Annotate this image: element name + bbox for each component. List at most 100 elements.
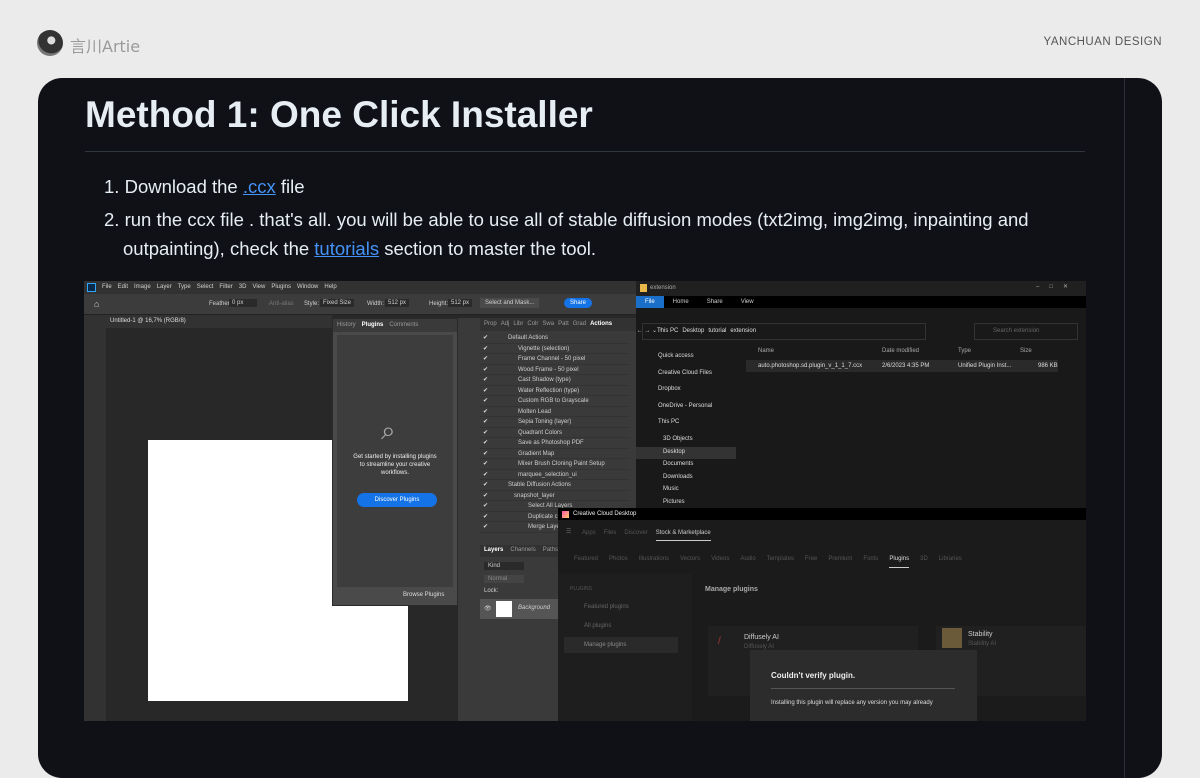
sidebar-featured-plugins[interactable]: Featured plugins <box>584 604 629 610</box>
checkmark-icon[interactable]: ✔ <box>483 366 488 373</box>
checkmark-icon[interactable]: ✔ <box>483 460 488 467</box>
cc-nav-1[interactable]: Files <box>604 530 617 541</box>
tab-prop[interactable]: Prop <box>484 321 497 328</box>
cc-subtab-3[interactable]: Vectors <box>680 556 700 568</box>
column-date[interactable]: Date modified <box>882 348 919 354</box>
cc-subtab-10[interactable]: Plugins <box>889 556 910 568</box>
cc-nav-2[interactable]: Discover <box>624 530 647 541</box>
checkmark-icon[interactable]: ✔ <box>483 523 488 530</box>
tab-history[interactable]: History <box>337 322 356 329</box>
menu-item-image[interactable]: Image <box>134 284 151 290</box>
address-bar[interactable]: This PC Desktop tutorial extension <box>642 323 926 340</box>
tab-plugins[interactable]: Plugins <box>362 322 384 329</box>
tab-actions[interactable]: Actions <box>590 321 612 328</box>
ribbon-tab-file[interactable]: File <box>636 296 664 308</box>
action-row[interactable]: ✔ Molten Lead <box>480 407 630 417</box>
cc-nav-0[interactable]: Apps <box>582 530 596 541</box>
nav-item[interactable]: Dropbox <box>636 384 736 401</box>
discover-plugins-button[interactable]: Discover Plugins <box>357 493 437 507</box>
menu-item-file[interactable]: File <box>102 284 112 290</box>
checkmark-icon[interactable]: ✔ <box>483 471 488 478</box>
checkmark-icon[interactable]: ✔ <box>483 418 488 425</box>
doc-tab[interactable]: Untitled-1 @ 16,7% (RGB/8) <box>110 318 186 324</box>
checkmark-icon[interactable]: ✔ <box>483 492 488 499</box>
action-row[interactable]: ✔ Water Reflection (type) <box>480 386 630 396</box>
nav-item[interactable]: This PC <box>636 417 736 434</box>
sidebar-manage-plugins[interactable]: Manage plugins <box>564 637 678 653</box>
antialias-checkbox[interactable]: Anti-alias <box>269 301 294 307</box>
checkmark-icon[interactable]: ✔ <box>483 334 488 341</box>
nav-item[interactable]: Downloads <box>636 472 736 485</box>
nav-item[interactable]: Documents <box>636 459 736 472</box>
action-row[interactable]: ✔ Sepia Toning (layer) <box>480 417 630 428</box>
tab-libr[interactable]: Libr <box>513 321 523 328</box>
action-row[interactable]: ✔ Mixer Brush Cloning Paint Setup <box>480 459 630 470</box>
menu-item-help[interactable]: Help <box>324 284 336 290</box>
nav-item[interactable]: Quick access <box>636 351 736 368</box>
cc-subtab-9[interactable]: Fonts <box>863 556 878 568</box>
nav-back-forward-up-icons[interactable]: ← → ⌄ ↑ <box>635 327 662 334</box>
action-row[interactable]: ✔ Frame Channel - 50 pixel <box>480 354 630 365</box>
menu-item-view[interactable]: View <box>252 284 265 290</box>
column-type[interactable]: Type <box>958 348 971 354</box>
search-input[interactable]: Search extension <box>974 323 1078 340</box>
nav-item[interactable]: Creative Cloud Files <box>636 368 736 385</box>
window-controls[interactable]: –□✕ <box>1036 283 1078 290</box>
checkmark-icon[interactable]: ✔ <box>483 387 488 394</box>
nav-item[interactable]: OneDrive - Personal <box>636 401 736 418</box>
cc-subtab-12[interactable]: Libraries <box>939 556 962 568</box>
checkmark-icon[interactable]: ✔ <box>483 376 488 383</box>
nav-item[interactable]: Desktop <box>636 446 736 460</box>
blend-mode-select[interactable]: Normal <box>484 575 524 583</box>
menu-item-filter[interactable]: Filter <box>219 284 232 290</box>
cc-subtab-6[interactable]: Templates <box>767 556 794 568</box>
checkmark-icon[interactable]: ✔ <box>483 513 488 520</box>
tab-patt[interactable]: Patt <box>558 321 569 328</box>
menu-icon[interactable]: ☰ <box>566 528 571 535</box>
checkmark-icon[interactable]: ✔ <box>483 450 488 457</box>
breadcrumb-2[interactable]: tutorial <box>708 328 726 334</box>
cc-nav-3[interactable]: Stock & Marketplace <box>655 530 711 541</box>
tab-comments[interactable]: Comments <box>389 322 418 329</box>
checkmark-icon[interactable]: ✔ <box>483 408 488 415</box>
width-input[interactable]: 512 px <box>385 299 410 307</box>
layer-filter-input[interactable]: Kind <box>484 562 524 570</box>
action-row[interactable]: ✔ Wood Frame - 50 pixel <box>480 365 630 375</box>
menu-item-layer[interactable]: Layer <box>157 284 172 290</box>
cc-subtab-8[interactable]: Premium <box>828 556 852 568</box>
breadcrumb-1[interactable]: Desktop <box>682 328 704 334</box>
cc-subtab-5[interactable]: Audio <box>740 556 755 568</box>
visibility-eye-icon[interactable]: 👁 <box>484 605 492 612</box>
nav-item[interactable]: 3D Objects <box>636 434 736 447</box>
menu-item-type[interactable]: Type <box>178 284 191 290</box>
tab-layers[interactable]: Layers <box>484 547 503 555</box>
ribbon-tab-home[interactable]: Home <box>664 296 698 308</box>
menu-item-plugins[interactable]: Plugins <box>271 284 291 290</box>
checkmark-icon[interactable]: ✔ <box>483 439 488 446</box>
action-row[interactable]: ✔ Gradient Map <box>480 449 630 459</box>
action-row[interactable]: ✔ Stable Diffusion Actions <box>480 480 630 491</box>
cc-subtab-7[interactable]: Free <box>805 556 817 568</box>
share-button[interactable]: Share <box>564 298 593 308</box>
action-row[interactable]: ✔ snapshot_layer <box>480 491 630 501</box>
menu-item-edit[interactable]: Edit <box>118 284 128 290</box>
cc-subtab-11[interactable]: 3D <box>920 556 928 568</box>
style-select[interactable]: Fixed Size <box>320 299 355 307</box>
feather-input[interactable]: 0 px <box>229 299 257 307</box>
ccx-link[interactable]: .ccx <box>243 176 276 197</box>
menu-item-window[interactable]: Window <box>297 284 318 290</box>
home-icon[interactable]: ⌂ <box>94 299 99 309</box>
action-row[interactable]: ✔ marquee_selection_ui <box>480 470 630 480</box>
menu-item-select[interactable]: Select <box>197 284 214 290</box>
action-row[interactable]: ✔ Cast Shadow (type) <box>480 375 630 386</box>
tab-adj[interactable]: Adj <box>501 321 510 328</box>
tab-paths[interactable]: Paths <box>543 547 558 555</box>
action-row[interactable]: ✔ Default Actions <box>480 333 630 344</box>
cc-subtab-1[interactable]: Photos <box>609 556 628 568</box>
tab-colr[interactable]: Colr <box>527 321 538 328</box>
column-size[interactable]: Size <box>1020 348 1032 354</box>
tab-channels[interactable]: Channels <box>510 547 535 555</box>
cc-subtab-2[interactable]: Illustrations <box>639 556 669 568</box>
checkmark-icon[interactable]: ✔ <box>483 397 488 404</box>
select-and-mask-button[interactable]: Select and Mask... <box>480 298 540 308</box>
